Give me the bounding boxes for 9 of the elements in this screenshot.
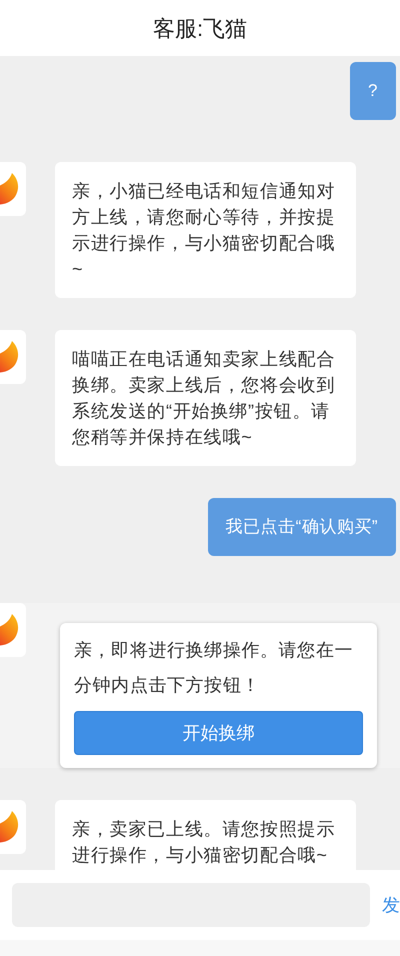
user-message: ?	[350, 62, 396, 120]
card-text: 亲，即将进行换绑操作。请您在一分钟内点击下方按钮！	[74, 639, 354, 697]
bot-message: 喵喵正在电话通知卖家上线配合换绑。卖家上线后，您将会收到系统发送的“开始换绑”按钮。请您稍等并保持在线哦~	[55, 330, 356, 466]
bot-message: 亲，卖家已上线。请您按照提示进行操作，与小猫密切配合哦~	[55, 800, 356, 870]
bot-message: 亲，小猫已经电话和短信通知对方上线，请您耐心等待，并按提示进行操作，与小猫密切配合哦~	[55, 162, 356, 298]
window-title: 客服:飞猫	[152, 14, 248, 42]
send-button[interactable]: 发	[382, 892, 400, 918]
start-button[interactable]: 开始换绑	[74, 711, 363, 755]
user-message: 我已点击“确认购买”	[208, 498, 396, 556]
